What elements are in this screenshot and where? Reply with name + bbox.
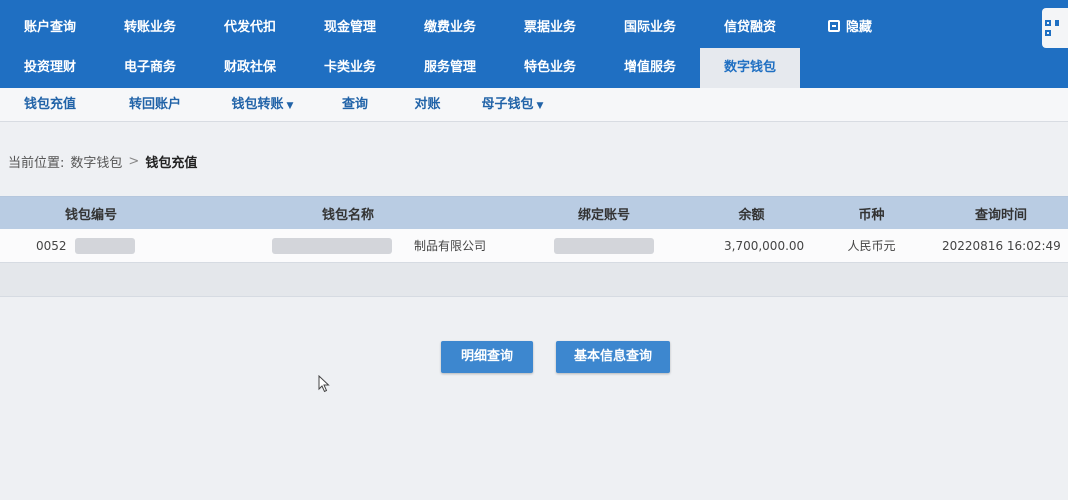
nav-ecommerce[interactable]: 电子商务 [100,48,200,88]
basic-info-query-button[interactable]: 基本信息查询 [556,341,670,373]
hide-menu-button[interactable]: 隐藏 [800,8,900,48]
subnav-query[interactable]: 查询 [315,88,395,122]
nav-service-management[interactable]: 服务管理 [400,48,500,88]
cell-bound-account [514,229,694,262]
cell-wallet-name: 制品有限公司 [182,229,514,262]
nav-notes[interactable]: 票据业务 [500,8,600,48]
collapse-icon [827,20,840,32]
nav-row-2: 投资理财 电子商务 财政社保 卡类业务 服务管理 特色业务 增值服务 数字钱包 [0,48,800,88]
sub-navigation: 钱包充值 转回账户 钱包转账 ▼ 查询 对账 母子钱包 ▼ [0,88,1068,122]
top-navigation: 账户查询 转账业务 代发代扣 现金管理 缴费业务 票据业务 国际业务 信贷融资 … [0,0,1068,88]
nav-digital-wallet[interactable]: 数字钱包 [700,48,800,88]
table-row[interactable]: 0052 制品有限公司 3,700,000.00 人民币元 20220816 1… [0,229,1068,263]
nav-transfer[interactable]: 转账业务 [100,8,200,48]
nav-payroll[interactable]: 代发代扣 [200,8,300,48]
nav-account-query[interactable]: 账户查询 [0,8,100,48]
wallet-table: 钱包编号 钱包名称 绑定账号 余额 币种 查询时间 0052 制品有限公司 3,… [0,196,1068,297]
redacted-mask [554,237,654,254]
nav-cash-management[interactable]: 现金管理 [300,8,400,48]
chevron-down-icon: ▼ [536,101,544,111]
table-header: 钱包编号 钱包名称 绑定账号 余额 币种 查询时间 [0,197,1068,229]
nav-bill-payment[interactable]: 缴费业务 [400,8,500,48]
hide-label: 隐藏 [845,20,872,35]
header-wallet-no: 钱包编号 [64,207,117,223]
nav-credit[interactable]: 信贷融资 [700,8,800,48]
nav-value-added[interactable]: 增值服务 [600,48,700,88]
subnav-return-account[interactable]: 转回账户 [100,88,210,122]
breadcrumb-prefix: 当前位置: [8,156,65,171]
nav-card[interactable]: 卡类业务 [300,48,400,88]
nav-social-security[interactable]: 财政社保 [200,48,300,88]
wallet-name-value: 制品有限公司 [414,239,487,253]
table-empty-row [0,263,1068,297]
wallet-no-value: 0052 [36,238,67,253]
subnav-parent-child-wallet-label: 母子钱包 [481,97,534,112]
header-bound-account: 绑定账号 [577,207,630,223]
breadcrumb-parent[interactable]: 数字钱包 [70,152,122,171]
header-currency: 币种 [858,207,885,223]
subnav-reconcile[interactable]: 对账 [395,88,460,122]
cell-balance: 3,700,000.00 [724,238,805,253]
cell-currency: 人民币元 [847,239,896,253]
cell-query-time: 20220816 16:02:49 [942,238,1061,253]
detail-query-button[interactable]: 明细查询 [441,341,533,373]
grid-menu-icon[interactable] [1042,8,1068,48]
nav-investment[interactable]: 投资理财 [0,48,100,88]
breadcrumb-current: 钱包充值 [145,156,198,171]
subnav-parent-child-wallet[interactable]: 母子钱包 ▼ [460,88,565,122]
nav-special[interactable]: 特色业务 [500,48,600,88]
nav-row-1: 账户查询 转账业务 代发代扣 现金管理 缴费业务 票据业务 国际业务 信贷融资 … [0,8,900,48]
header-query-time: 查询时间 [974,207,1027,223]
nav-international[interactable]: 国际业务 [600,8,700,48]
chevron-down-icon: ▼ [286,101,294,111]
chevron-right-icon: > [128,154,140,169]
cell-wallet-no: 0052 [0,229,182,262]
subnav-wallet-transfer[interactable]: 钱包转账 ▼ [210,88,315,122]
redacted-mask [272,237,392,254]
header-balance: 余额 [738,207,765,223]
mouse-cursor-icon [318,375,330,393]
subnav-wallet-recharge[interactable]: 钱包充值 [0,88,100,122]
header-wallet-name: 钱包名称 [321,207,374,223]
redacted-mask [74,237,135,254]
breadcrumb: 当前位置: 数字钱包 > 钱包充值 [8,152,197,171]
subnav-wallet-transfer-label: 钱包转账 [231,97,284,112]
